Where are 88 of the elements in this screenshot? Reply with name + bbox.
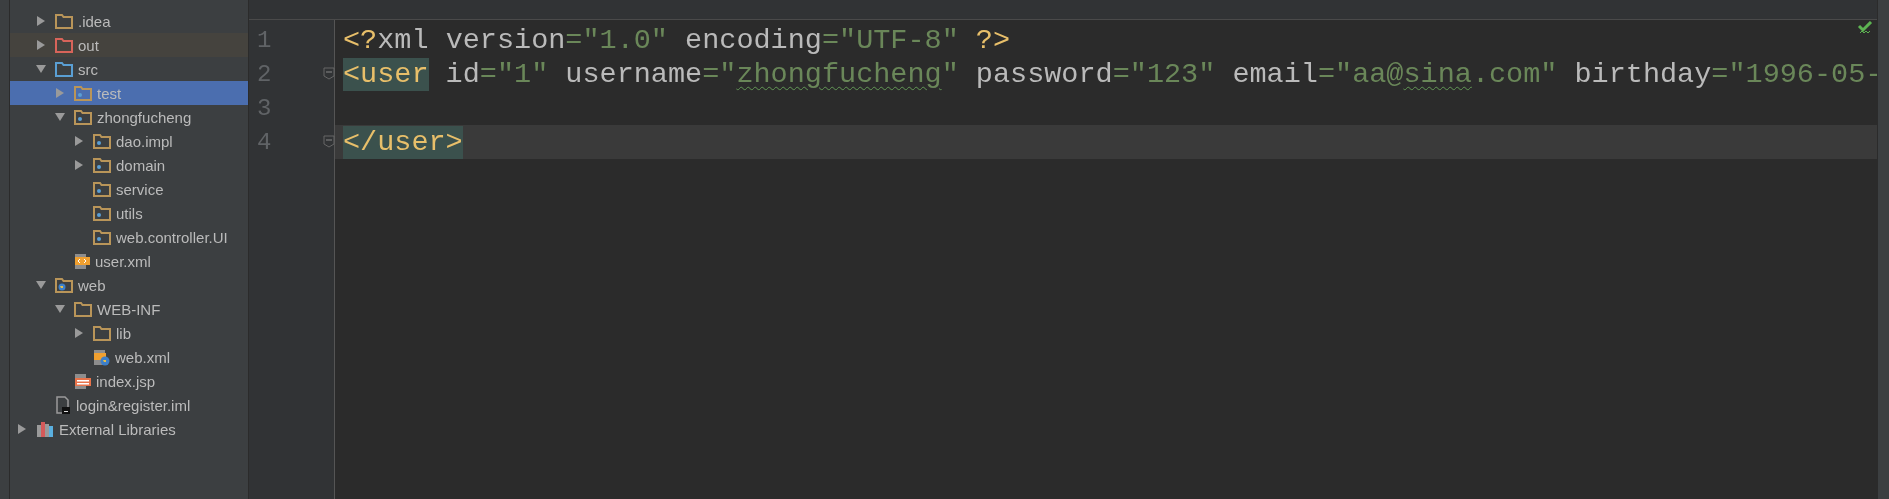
attribute-name: email (1231, 57, 1318, 91)
collapse-arrow-icon[interactable] (36, 280, 46, 290)
xml-file-icon (74, 252, 90, 270)
expand-arrow-icon[interactable] (74, 160, 84, 170)
tree-row[interactable]: External Libraries (10, 417, 248, 441)
attribute-value: ="1" (479, 57, 549, 91)
package-folder-icon (93, 205, 111, 221)
expand-arrow-icon[interactable] (74, 328, 84, 338)
attribute-value: =" (702, 57, 737, 91)
expand-arrow-icon[interactable] (36, 40, 46, 50)
attribute-name: xml version (377, 23, 566, 57)
xml-tag: <? (343, 23, 378, 57)
collapse-arrow-icon[interactable] (55, 112, 65, 122)
tree-item-label: domain (116, 156, 166, 174)
xml-file-icon (93, 348, 110, 366)
package-folder-icon (93, 181, 111, 197)
tree-row[interactable]: .idea (10, 9, 248, 33)
tree-item-label: web.controller.UI (116, 228, 228, 246)
expand-arrow-icon[interactable] (74, 136, 84, 146)
xml-tag: ?> (958, 23, 1011, 57)
folder-icon (74, 301, 92, 317)
tree-row[interactable]: WEB-INF (10, 297, 248, 321)
attribute-value: ="UTF-8" (821, 23, 959, 57)
tree-row[interactable]: lib (10, 321, 248, 345)
folder-icon (93, 325, 111, 341)
tree-row[interactable]: utils (10, 201, 248, 225)
tree-row[interactable]: web.xml (10, 345, 248, 369)
tree-item-label: web.xml (115, 348, 170, 366)
tree-item-label: test (97, 84, 122, 102)
attribute-value: ="aa@ (1317, 57, 1404, 91)
attribute-value: .com" (1471, 57, 1558, 91)
tree-item-label: index.jsp (96, 372, 156, 390)
tree-item-label: dao.impl (116, 132, 173, 150)
tree-row[interactable]: zhongfucheng (10, 105, 248, 129)
check-icon (1857, 21, 1873, 35)
xml-tag: <user (343, 57, 429, 91)
tree-row[interactable]: dao.impl (10, 129, 248, 153)
folder-icon (55, 61, 73, 77)
tree-item-label: External Libraries (59, 420, 176, 438)
tree-item-label: WEB-INF (97, 300, 161, 318)
tree-item-label: src (78, 60, 98, 78)
attribute-value: ="1.0" (565, 23, 668, 57)
tree-row[interactable]: web (10, 273, 248, 297)
jsp-file-icon (74, 372, 91, 390)
tree-row[interactable]: service (10, 177, 248, 201)
attribute-value: ="1996-05- (1711, 57, 1877, 91)
attribute-value: ="123" (1112, 57, 1216, 91)
libraries-icon (36, 421, 54, 437)
tree-item-label: user.xml (95, 252, 151, 270)
module-file-icon (55, 396, 71, 414)
tree-item-label: utils (116, 204, 143, 222)
tree-item-label: login&register.iml (76, 396, 191, 414)
tree-row[interactable]: index.jsp (10, 369, 248, 393)
attribute-value: " (941, 57, 959, 91)
tree-item-label: service (116, 180, 164, 198)
collapse-arrow-icon[interactable] (55, 304, 65, 314)
attribute-value: zhongfucheng (736, 57, 942, 91)
package-folder-icon (74, 109, 92, 125)
fold-marker-icon[interactable] (323, 134, 335, 148)
package-folder-icon (93, 229, 111, 245)
attribute-name: encoding (684, 23, 822, 57)
expand-arrow-icon[interactable] (36, 16, 46, 26)
tree-item-label: zhongfucheng (97, 108, 192, 126)
fold-marker-icon[interactable] (323, 66, 335, 80)
tree-row[interactable]: login&register.iml (10, 393, 248, 417)
tree-item-label: .idea (78, 12, 111, 30)
attribute-name: birthday (1573, 57, 1712, 91)
tree-row[interactable]: user.xml (10, 249, 248, 273)
attribute-value: sina (1403, 57, 1472, 91)
tree-row[interactable]: src (10, 57, 248, 81)
attribute-name: username (564, 57, 703, 91)
package-folder-icon (93, 157, 111, 173)
tree-row[interactable]: domain (10, 153, 248, 177)
attribute-name: id (444, 57, 480, 91)
tree-row[interactable]: out (10, 33, 248, 57)
tree-row[interactable]: web.controller.UI (10, 225, 248, 249)
collapse-arrow-icon[interactable] (36, 64, 46, 74)
tree-item-label: web (78, 276, 106, 294)
globe-folder-icon (55, 277, 73, 293)
folder-icon (55, 13, 73, 29)
package-folder-icon (93, 133, 111, 149)
attribute-name: password (974, 57, 1113, 91)
package-folder-icon (74, 85, 92, 101)
tree-item-label: lib (116, 324, 131, 342)
expand-arrow-icon[interactable] (17, 424, 27, 434)
tree-item-label: out (78, 36, 99, 54)
folder-icon (55, 37, 73, 53)
xml-tag: </user> (343, 125, 463, 159)
